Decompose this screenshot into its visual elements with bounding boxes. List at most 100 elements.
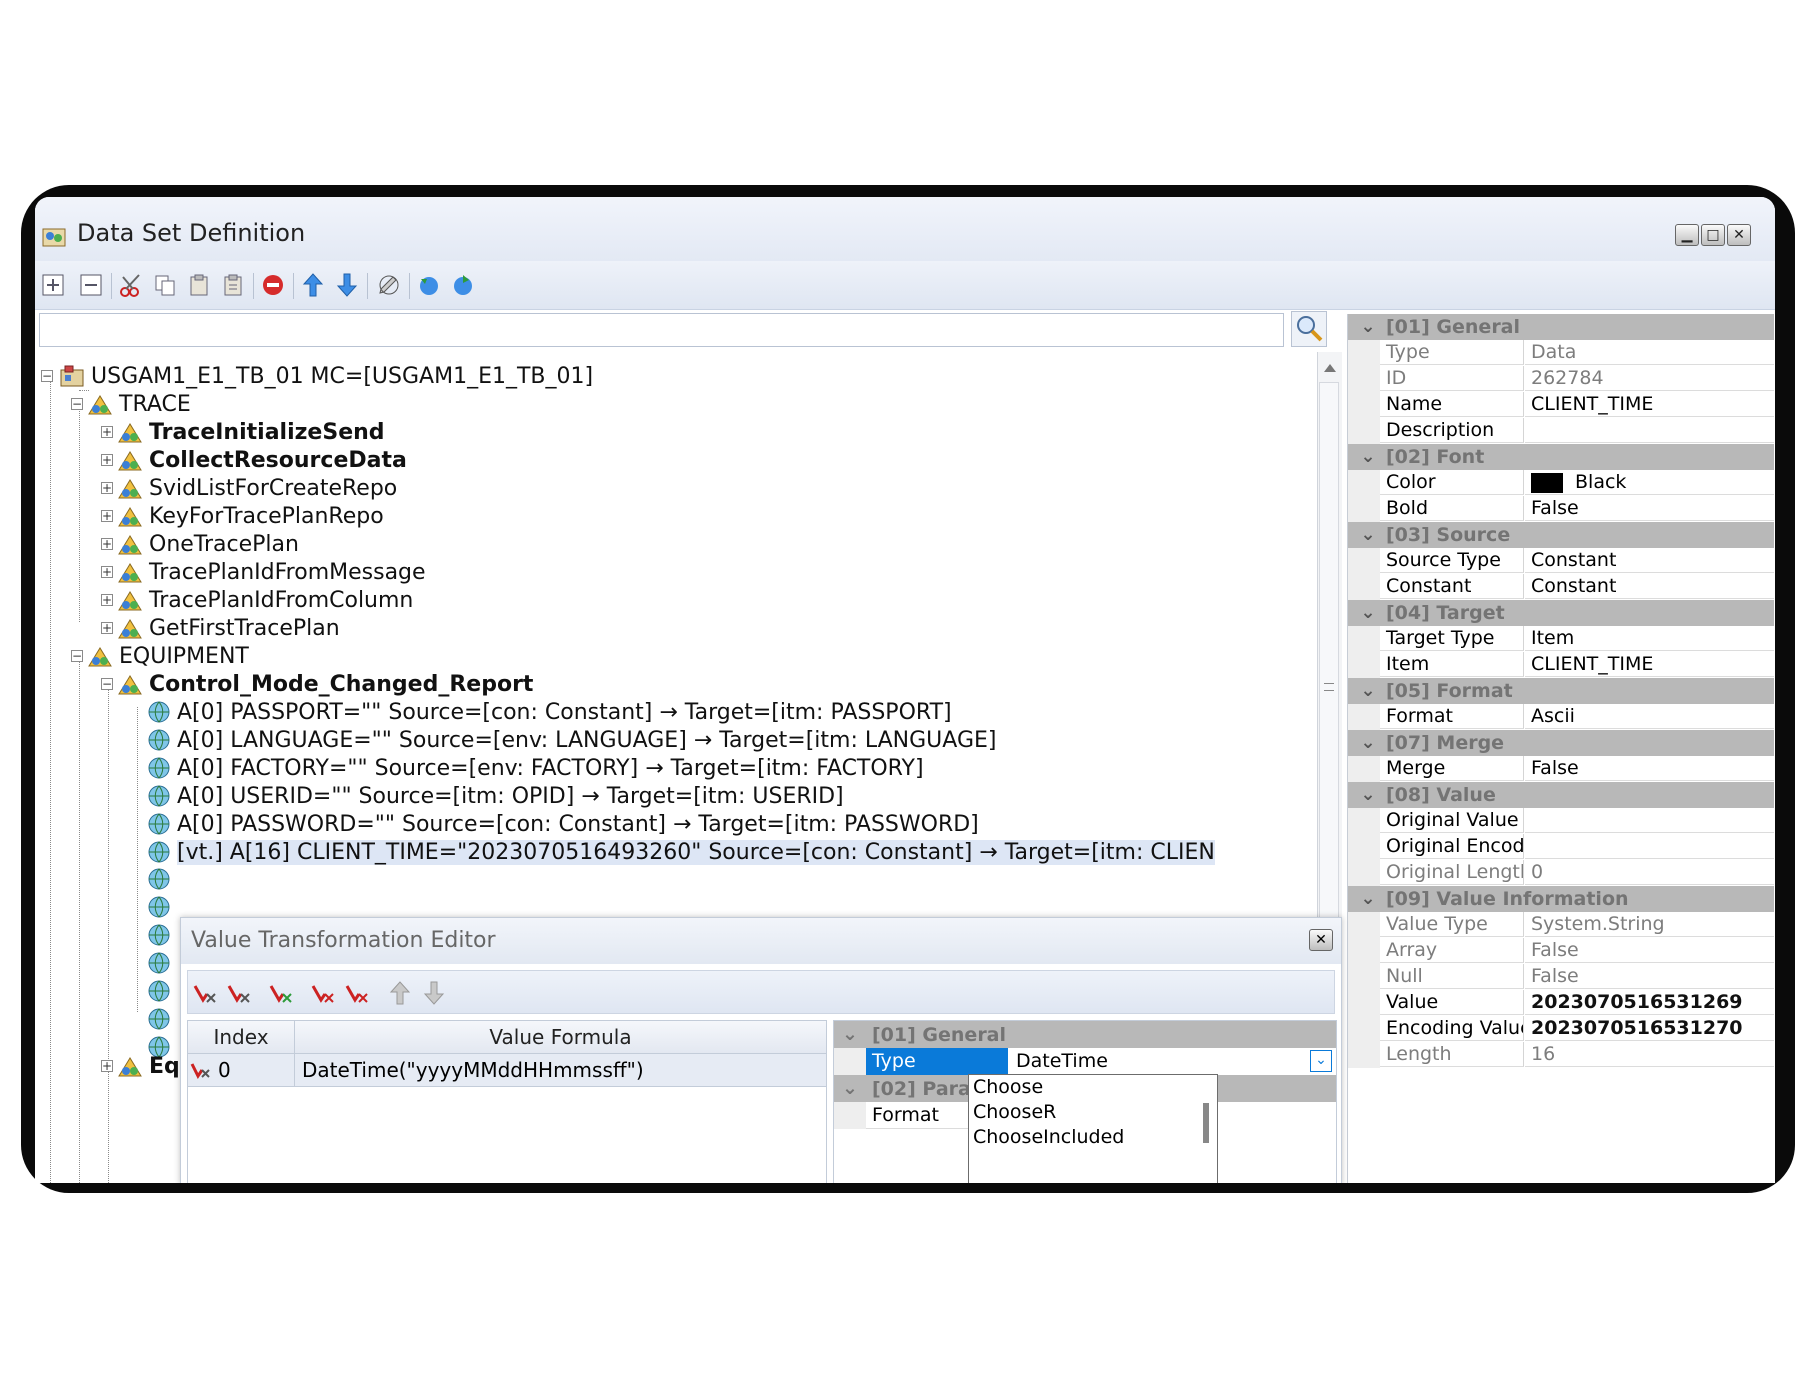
collapse-toggle[interactable]: −: [71, 650, 83, 662]
chevron-down-icon[interactable]: ⌄: [1358, 444, 1378, 470]
delete-icon[interactable]: [259, 271, 287, 299]
property-row[interactable]: Name CLIENT_TIME: [1348, 392, 1774, 418]
property-value[interactable]: 2023070516531270: [1525, 1016, 1774, 1041]
expand-toggle[interactable]: +: [101, 482, 113, 494]
tree-node-trace-child[interactable]: + TracePlanIdFromColumn: [101, 586, 413, 614]
duplicate-transform-icon[interactable]: [268, 979, 296, 1007]
property-value[interactable]: 262784: [1525, 366, 1774, 391]
tree-node-equipment[interactable]: − EQUIPMENT: [71, 642, 249, 670]
property-row-type[interactable]: Type DateTime ⌄: [834, 1048, 1336, 1075]
property-row[interactable]: Type Data: [1348, 340, 1774, 366]
tree-node-root[interactable]: − USGAM1_E1_TB_01 MC=[USGAM1_E1_TB_01]: [41, 362, 593, 390]
property-value[interactable]: 0: [1525, 860, 1774, 885]
property-category[interactable]: ⌄ [01] General: [1348, 314, 1774, 340]
search-input[interactable]: [39, 313, 1284, 347]
property-row[interactable]: Target Type Item: [1348, 626, 1774, 652]
property-row[interactable]: Constant Constant: [1348, 574, 1774, 600]
expand-toggle[interactable]: +: [101, 454, 113, 466]
property-value[interactable]: CLIENT_TIME: [1525, 652, 1774, 677]
scroll-thumb[interactable]: [1319, 382, 1339, 1002]
property-value[interactable]: Constant: [1525, 548, 1774, 573]
property-value[interactable]: False: [1525, 756, 1774, 781]
property-value[interactable]: System.String: [1525, 912, 1774, 937]
remove-transform-icon[interactable]: [310, 979, 338, 1007]
tree-scrollbar[interactable]: [1317, 352, 1342, 1012]
scroll-up-icon[interactable]: [1324, 364, 1336, 372]
property-row[interactable]: Merge False: [1348, 756, 1774, 782]
tree-item-selected[interactable]: [vt.] A[16] CLIENT_TIME="202307051649326…: [147, 838, 1215, 866]
property-category[interactable]: ⌄ [03] Source: [1348, 522, 1774, 548]
property-value[interactable]: [1525, 834, 1774, 859]
editor-close-button[interactable]: ✕: [1309, 929, 1333, 951]
property-category[interactable]: ⌄ [05] Format: [1348, 678, 1774, 704]
edit-tool-icon[interactable]: [375, 271, 403, 299]
property-row[interactable]: Encoding Value 2023070516531270: [1348, 1016, 1774, 1042]
tree-node-report[interactable]: − Control_Mode_Changed_Report: [101, 670, 533, 698]
property-row[interactable]: Original Length 0: [1348, 860, 1774, 886]
property-value[interactable]: Constant: [1525, 574, 1774, 599]
property-value[interactable]: False: [1525, 496, 1774, 521]
tree-item[interactable]: A[0] LANGUAGE="" Source=[env: LANGUAGE] …: [147, 726, 996, 754]
paste-icon[interactable]: [185, 271, 213, 299]
minimize-button[interactable]: ▁: [1675, 224, 1699, 246]
property-value[interactable]: DateTime: [1010, 1048, 1108, 1075]
collapse-toggle[interactable]: −: [71, 398, 83, 410]
property-row[interactable]: Color Black: [1348, 470, 1774, 496]
property-row[interactable]: Length 16: [1348, 1042, 1774, 1068]
property-value[interactable]: 2023070516531269: [1525, 990, 1774, 1015]
expand-toggle[interactable]: +: [101, 1060, 113, 1072]
dropdown-option[interactable]: Choose: [969, 1075, 1217, 1100]
property-category[interactable]: ⌄ [09] Value Information: [1348, 886, 1774, 912]
move-down-icon[interactable]: [333, 271, 361, 299]
property-row[interactable]: Bold False: [1348, 496, 1774, 522]
property-value[interactable]: Item: [1525, 626, 1774, 651]
property-value[interactable]: Ascii: [1525, 704, 1774, 729]
tree-item[interactable]: A[0] PASSWORD="" Source=[con: Constant] …: [147, 810, 979, 838]
property-row[interactable]: Description: [1348, 418, 1774, 444]
paste-special-icon[interactable]: [219, 271, 247, 299]
tree-item[interactable]: A[0] PASSPORT="" Source=[con: Constant] …: [147, 698, 952, 726]
tree-node-partial[interactable]: + Eq: [101, 1052, 180, 1080]
search-icon[interactable]: [1291, 311, 1327, 347]
tree-item[interactable]: A[0] USERID="" Source=[itm: OPID] → Targ…: [147, 782, 844, 810]
expand-toggle[interactable]: +: [101, 594, 113, 606]
chevron-down-icon[interactable]: ⌄: [1358, 886, 1378, 912]
property-row[interactable]: Null False: [1348, 964, 1774, 990]
table-row[interactable]: 0 DateTime("yyyyMMddHHmmssff"): [188, 1054, 826, 1087]
property-value[interactable]: [1525, 808, 1774, 833]
property-row[interactable]: Original Encodir: [1348, 834, 1774, 860]
chevron-down-icon[interactable]: ⌄: [1358, 782, 1378, 808]
expand-toggle[interactable]: +: [101, 426, 113, 438]
property-value[interactable]: Data: [1525, 340, 1774, 365]
formula-cell[interactable]: DateTime("yyyyMMddHHmmssff"): [302, 1054, 644, 1086]
property-row[interactable]: Value 2023070516531269: [1348, 990, 1774, 1016]
expand-all-icon[interactable]: [39, 271, 67, 299]
chevron-down-icon[interactable]: ⌄: [1358, 678, 1378, 704]
tree-node-trace-child[interactable]: + GetFirstTracePlan: [101, 614, 340, 642]
formula-column-header[interactable]: Value Formula: [295, 1021, 826, 1053]
dropdown-option[interactable]: ChooseR: [969, 1100, 1217, 1125]
property-category[interactable]: ⌄ [04] Target: [1348, 600, 1774, 626]
property-value[interactable]: Black: [1525, 470, 1774, 495]
copy-icon[interactable]: [151, 271, 179, 299]
property-value[interactable]: False: [1525, 938, 1774, 963]
tree-node-trace-child[interactable]: + OneTracePlan: [101, 530, 299, 558]
close-button[interactable]: ✕: [1727, 224, 1751, 246]
property-row[interactable]: Item CLIENT_TIME: [1348, 652, 1774, 678]
insert-transform-icon[interactable]: [226, 979, 254, 1007]
expand-toggle[interactable]: +: [101, 538, 113, 550]
move-up-icon[interactable]: [299, 271, 327, 299]
dropdown-option[interactable]: ChooseIncluded: [969, 1125, 1217, 1150]
property-row[interactable]: Original Value: [1348, 808, 1774, 834]
chevron-down-icon[interactable]: ⌄: [1358, 522, 1378, 548]
property-row[interactable]: Format Ascii: [1348, 704, 1774, 730]
chevron-down-icon[interactable]: ⌄: [842, 1021, 858, 1048]
property-value[interactable]: 16: [1525, 1042, 1774, 1067]
tree-node-trace-child[interactable]: + KeyForTracePlanRepo: [101, 502, 384, 530]
dropdown-chevron-icon[interactable]: ⌄: [1310, 1050, 1332, 1072]
expand-toggle[interactable]: +: [101, 510, 113, 522]
property-row[interactable]: Array False: [1348, 938, 1774, 964]
property-row[interactable]: Value Type System.String: [1348, 912, 1774, 938]
expand-toggle[interactable]: +: [101, 566, 113, 578]
tree-node-trace-child[interactable]: + CollectResourceData: [101, 446, 407, 474]
